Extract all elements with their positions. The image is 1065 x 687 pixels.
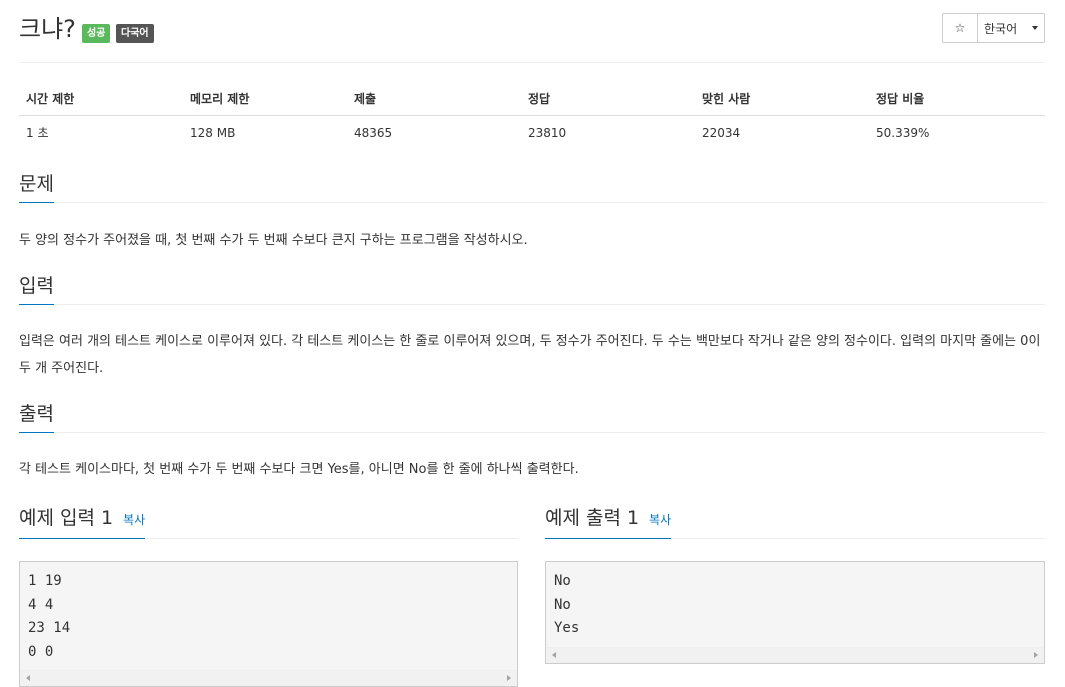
info-header-solved-users: 맞힌 사람 xyxy=(695,83,869,116)
input-description: 입력은 여러 개의 테스트 케이스로 이루어져 있다. 각 테스트 케이스는 한… xyxy=(19,334,1041,376)
output-heading: 출력 xyxy=(19,402,54,433)
info-header-memory-limit: 메모리 제한 xyxy=(183,83,347,116)
info-accepted: 23810 xyxy=(528,125,567,140)
sample-output-section: 예제 출력 1 복사 No No Yes xyxy=(545,503,1045,664)
scroll-left-icon[interactable] xyxy=(552,651,556,658)
input-section: 입력 입력은 여러 개의 테스트 케이스로 이루어져 있다. 각 테스트 케이스… xyxy=(19,272,1045,382)
info-header-ratio: 정답 비율 xyxy=(869,83,1045,116)
language-select[interactable]: 한국어 xyxy=(978,13,1045,43)
info-time-limit: 1 초 xyxy=(26,126,49,140)
favorite-button[interactable]: ☆ xyxy=(942,13,978,43)
info-header-submissions: 제출 xyxy=(347,83,521,116)
problem-title: 크냐? xyxy=(19,15,76,43)
scroll-right-icon[interactable] xyxy=(1034,651,1038,658)
sample-input-box[interactable]: 1 19 4 4 23 14 0 0 xyxy=(19,561,518,687)
info-header-row: 시간 제한 메모리 제한 제출 정답 맞힌 사람 정답 비율 xyxy=(19,83,1045,116)
star-icon: ☆ xyxy=(954,21,966,35)
copy-sample-output-link[interactable]: 복사 xyxy=(649,513,671,527)
sample-output-content: No No Yes xyxy=(554,573,580,636)
problem-section-head: 문제 xyxy=(19,170,1045,203)
language-select-label: 한국어 xyxy=(984,21,1018,36)
input-heading: 입력 xyxy=(19,274,54,305)
problem-page: 크냐? 성공 다국어 ☆ 한국어 시간 제한 메모리 제한 제출 정답 맞힌 사… xyxy=(19,0,1045,687)
horizontal-scrollbar[interactable] xyxy=(546,646,1044,663)
input-section-head: 입력 xyxy=(19,272,1045,305)
problem-section: 문제 두 양의 정수가 주어졌을 때, 첫 번째 수가 두 번째 수보다 큰지 … xyxy=(19,170,1045,254)
title-row: 크냐? 성공 다국어 ☆ 한국어 xyxy=(19,0,1045,63)
sample-input-title: 예제 입력 1 복사 xyxy=(19,506,146,539)
sample-input-heading: 예제 입력 1 xyxy=(19,507,114,529)
horizontal-scrollbar[interactable] xyxy=(20,670,517,686)
problem-heading: 문제 xyxy=(19,172,54,203)
status-badge: 성공 xyxy=(82,24,111,43)
problem-description: 두 양의 정수가 주어졌을 때, 첫 번째 수가 두 번째 수보다 큰지 구하는… xyxy=(19,233,528,248)
action-buttons: ☆ 한국어 xyxy=(942,13,1045,43)
language-badge: 다국어 xyxy=(116,24,154,43)
output-section-head: 출력 xyxy=(19,400,1045,433)
caret-down-icon xyxy=(1032,26,1038,30)
info-memory-limit: 128 MB xyxy=(190,125,236,140)
info-value-row: 1 초 128 MB 48365 23810 22034 50.339% xyxy=(19,116,1045,149)
info-solved-users: 22034 xyxy=(702,125,741,140)
output-description: 각 테스트 케이스마다, 첫 번째 수가 두 번째 수보다 크면 Yes를, 아… xyxy=(19,462,579,477)
info-header-time-limit: 시간 제한 xyxy=(19,83,183,116)
info-ratio: 50.339% xyxy=(876,125,930,140)
output-section: 출력 각 테스트 케이스마다, 첫 번째 수가 두 번째 수보다 크면 Yes를… xyxy=(19,400,1045,483)
sample-output-title: 예제 출력 1 복사 xyxy=(545,506,672,539)
sample-input-content: 1 19 4 4 23 14 0 0 xyxy=(28,573,71,660)
scroll-left-icon[interactable] xyxy=(26,675,30,681)
scroll-right-icon[interactable] xyxy=(507,675,511,681)
copy-sample-input-link[interactable]: 복사 xyxy=(123,513,145,527)
sample-output-box[interactable]: No No Yes xyxy=(545,561,1045,664)
info-submissions: 48365 xyxy=(354,125,393,140)
info-header-accepted: 정답 xyxy=(521,83,695,116)
sample-output-heading: 예제 출력 1 xyxy=(545,507,640,529)
sample-input-head: 예제 입력 1 복사 xyxy=(19,503,518,539)
sample-input-section: 예제 입력 1 복사 1 19 4 4 23 14 0 0 xyxy=(19,503,518,687)
sample-output-head: 예제 출력 1 복사 xyxy=(545,503,1045,539)
problem-info-table: 시간 제한 메모리 제한 제출 정답 맞힌 사람 정답 비율 1 초 128 M… xyxy=(19,83,1045,148)
